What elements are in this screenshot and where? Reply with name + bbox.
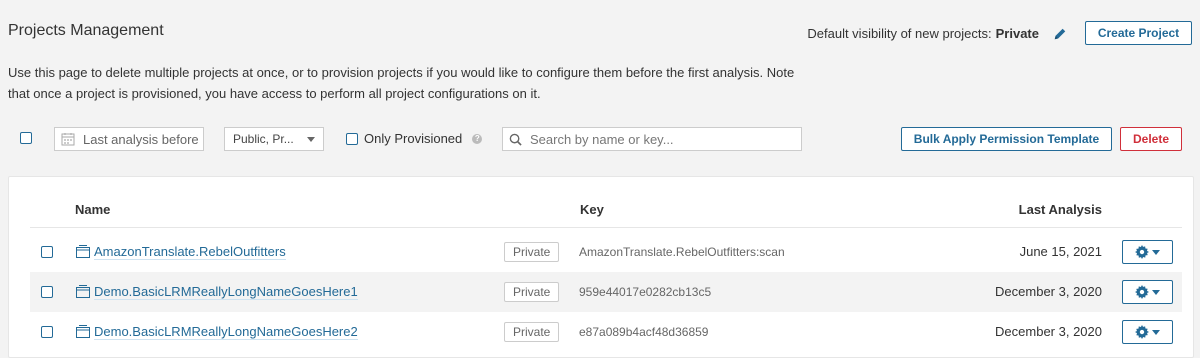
project-icon [76,245,90,258]
chevron-down-icon [1152,249,1160,255]
page-title: Projects Management [8,22,164,39]
only-provisioned-filter[interactable]: Only Provisioned ? [346,131,483,146]
visibility-select[interactable]: Public, Pr... [224,127,324,151]
bulk-apply-permission-template-button[interactable]: Bulk Apply Permission Template [901,127,1112,151]
table-row: Demo.BasicLRMReallyLongNameGoesHere2 Pri… [30,312,1182,352]
delete-button[interactable]: Delete [1120,127,1182,151]
project-icon [76,285,90,298]
project-link[interactable]: Demo.BasicLRMReallyLongNameGoesHere1 [94,284,358,300]
project-key: 959e44017e0282cb13c5 [579,285,712,299]
visibility-label: Default visibility of new projects: [807,26,992,41]
search-input[interactable] [528,130,792,148]
chevron-down-icon [1152,329,1160,335]
gear-icon [1135,245,1149,259]
default-visibility: Default visibility of new projects: Priv… [807,26,1067,41]
project-link[interactable]: AmazonTranslate.RebelOutfitters [94,244,286,260]
row-checkbox[interactable] [41,286,53,298]
search-box[interactable] [502,127,802,151]
search-icon [509,133,522,146]
calendar-icon [61,133,75,146]
last-analysis-date: December 3, 2020 [995,284,1102,299]
project-icon [76,325,90,338]
project-link[interactable]: Demo.BasicLRMReallyLongNameGoesHere2 [94,324,358,340]
table-row: AmazonTranslate.RebelOutfitters Private … [30,232,1182,272]
only-provisioned-checkbox[interactable] [346,132,358,145]
last-analysis-date-input[interactable]: Last analysis before [54,127,204,151]
project-actions-button[interactable] [1122,240,1173,264]
column-header-key: Key [580,202,604,217]
date-placeholder: Last analysis before [83,131,199,147]
gear-icon [1135,325,1149,339]
column-header-last-analysis: Last Analysis [1018,202,1102,217]
select-all-checkbox[interactable] [20,132,32,144]
chevron-down-icon [307,137,315,142]
table-row: Demo.BasicLRMReallyLongNameGoesHere1 Pri… [30,272,1182,312]
row-checkbox[interactable] [41,326,53,338]
chevron-down-icon [1152,289,1160,295]
project-actions-button[interactable] [1122,280,1173,304]
project-actions-button[interactable] [1122,320,1173,344]
visibility-badge: Private [504,242,560,262]
column-header-name: Name [75,202,111,217]
only-provisioned-label: Only Provisioned [364,131,463,146]
help-icon[interactable]: ? [472,133,483,144]
header-divider [30,227,1182,228]
last-analysis-date: June 15, 2021 [1019,244,1102,259]
visibility-value: Private [995,26,1039,41]
project-key: e87a089b4acf48d36859 [579,325,709,339]
page-description: Use this page to delete multiple project… [8,65,795,101]
gear-icon [1135,285,1149,299]
last-analysis-date: December 3, 2020 [995,324,1102,339]
visibility-badge: Private [504,322,560,342]
create-project-button[interactable]: Create Project [1085,21,1192,45]
visibility-select-value: Public, Pr... [233,132,294,146]
row-checkbox[interactable] [41,246,53,258]
visibility-badge: Private [504,282,560,302]
project-key: AmazonTranslate.RebelOutfitters:scan [579,245,785,259]
pencil-icon[interactable] [1053,27,1067,41]
